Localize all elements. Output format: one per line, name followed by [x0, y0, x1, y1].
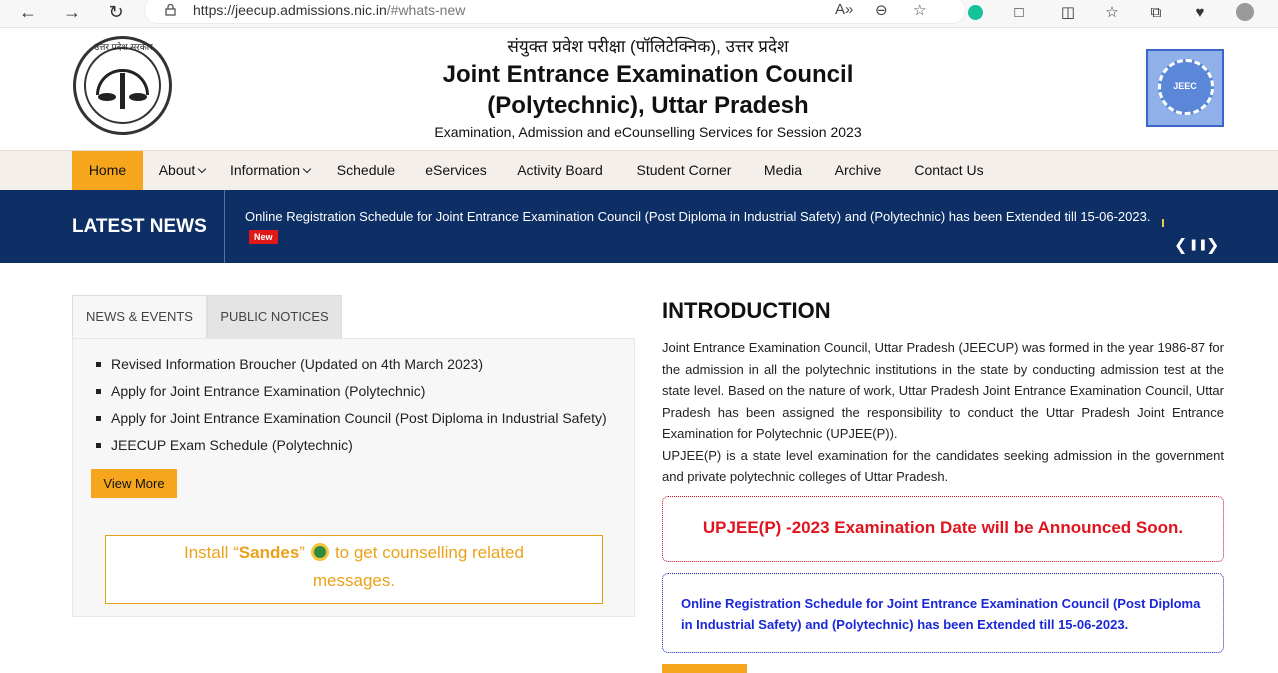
url-host: https://jeecup.admissions.nic.in — [193, 2, 387, 18]
nav-information[interactable]: Information — [224, 151, 316, 190]
browser-toolbar: ← → ↻ https://jeecup.admissions.nic.in/#… — [0, 0, 1278, 28]
profile-avatar-icon[interactable] — [1232, 0, 1258, 24]
introduction-text: Joint Entrance Examination Council, Utta… — [662, 337, 1224, 488]
jeec-logo-icon[interactable]: JEEC — [1146, 49, 1224, 127]
ticker-pause-icon[interactable]: ❚❚ — [1189, 238, 1207, 251]
news-divider — [224, 190, 225, 263]
nav-activity-board[interactable]: Activity Board — [508, 151, 612, 190]
nav-media[interactable]: Media — [756, 151, 810, 190]
section-accent-bar — [662, 664, 747, 673]
intro-paragraph-1: Joint Entrance Examination Council, Utta… — [662, 340, 1224, 441]
back-arrow-icon[interactable]: ← — [14, 0, 42, 24]
extensions-puzzle-icon[interactable]: □ — [1006, 0, 1032, 24]
tab-public-notices[interactable]: PUBLIC NOTICES — [207, 295, 342, 339]
news-list-item[interactable]: Revised Information Broucher (Updated on… — [96, 355, 607, 382]
site-subtitle: Examination, Admission and eCounselling … — [434, 124, 862, 140]
split-screen-icon[interactable]: ◫ — [1055, 0, 1081, 24]
address-bar[interactable]: https://jeecup.admissions.nic.in/#whats-… — [144, 0, 966, 24]
nav-about[interactable]: About — [152, 151, 212, 190]
introduction-heading: INTRODUCTION — [662, 298, 831, 323]
ticker-next-item-edge — [1162, 219, 1164, 227]
refresh-icon[interactable]: ↻ — [102, 0, 130, 24]
latest-news-bar: LATEST NEWS Online Registration Schedule… — [0, 190, 1278, 263]
news-list-item[interactable]: JEECUP Exam Schedule (Polytechnic) — [96, 436, 607, 463]
read-aloud-icon[interactable]: A» — [835, 1, 853, 18]
favorite-star-icon[interactable]: ☆ — [913, 1, 926, 19]
sandes-pre: Install “ — [184, 543, 239, 562]
jeec-logo-text: JEEC — [1173, 81, 1197, 91]
forward-arrow-icon[interactable]: → — [58, 0, 86, 24]
nav-archive[interactable]: Archive — [826, 151, 890, 190]
view-more-button[interactable]: View More — [91, 469, 177, 498]
chevron-down-icon — [198, 164, 207, 174]
favorites-list-icon[interactable]: ☆ — [1099, 0, 1125, 24]
tab-news-events[interactable]: NEWS & EVENTS — [72, 295, 207, 339]
chevron-down-icon — [302, 164, 312, 174]
news-list-item[interactable]: Apply for Joint Entrance Examination (Po… — [96, 382, 607, 409]
sandes-line1: Install “Sandes” to get counselling relat… — [106, 543, 602, 563]
news-events-panel: Revised Information Broucher (Updated on… — [72, 338, 635, 617]
exam-date-announcement: UPJEE(P) -2023 Examination Date will be … — [662, 496, 1224, 562]
nav-schedule[interactable]: Schedule — [330, 151, 402, 190]
registration-notice-box[interactable]: Online Registration Schedule for Joint E… — [662, 573, 1224, 653]
lock-icon — [165, 4, 176, 16]
sandes-post: ” — [299, 543, 305, 562]
sandes-app-icon — [310, 543, 329, 561]
sandes-line2: messages. — [312, 571, 396, 590]
sandes-after-icon: to get counselling related — [334, 543, 524, 562]
news-list-item[interactable]: Apply for Joint Entrance Examination Cou… — [96, 409, 607, 436]
nav-eservices[interactable]: eServices — [418, 151, 494, 190]
nav-information-label: Information — [229, 162, 301, 178]
main-navbar: Home About Information Schedule eService… — [0, 150, 1278, 190]
nav-student-corner[interactable]: Student Corner — [628, 151, 740, 190]
grammarly-extension-icon[interactable] — [962, 0, 988, 24]
browser-essentials-icon[interactable]: ♥ — [1187, 0, 1213, 24]
site-header: उत्तर प्रदेश सरकार संयुक्त प्रवेश परीक्ष… — [0, 29, 1278, 150]
url-text[interactable]: https://jeecup.admissions.nic.in/#whats-… — [193, 2, 465, 18]
ticker-prev-icon[interactable]: ❮ — [1174, 235, 1187, 255]
intro-paragraph-2: UPJEE(P) is a state level examination fo… — [662, 447, 1224, 485]
latest-news-label: LATEST NEWS — [72, 216, 207, 237]
nav-home[interactable]: Home — [72, 151, 143, 190]
nav-about-label: About — [158, 162, 196, 178]
hindi-title: संयुक्त प्रवेश परीक्षा (पॉलिटेक्निक), उत… — [507, 37, 789, 56]
zoom-icon[interactable]: ⊖ — [875, 1, 888, 19]
nav-contact-us[interactable]: Contact Us — [906, 151, 992, 190]
news-ticker-text[interactable]: Online Registration Schedule for Joint E… — [245, 209, 1150, 224]
sandes-brand: Sandes — [238, 543, 300, 562]
site-title-line1: Joint Entrance Examination Council — [442, 61, 854, 88]
url-path: /#whats-new — [386, 2, 466, 18]
news-list: Revised Information Broucher (Updated on… — [96, 355, 607, 463]
new-badge: New — [249, 230, 278, 244]
ticker-next-icon[interactable]: ❯ — [1206, 235, 1219, 255]
collections-icon[interactable]: ⧉ — [1143, 0, 1169, 24]
sandes-install-box[interactable]: Install “Sandes” to get counselling relat… — [105, 535, 603, 604]
site-title-line2: (Polytechnic), Uttar Pradesh — [487, 92, 809, 119]
